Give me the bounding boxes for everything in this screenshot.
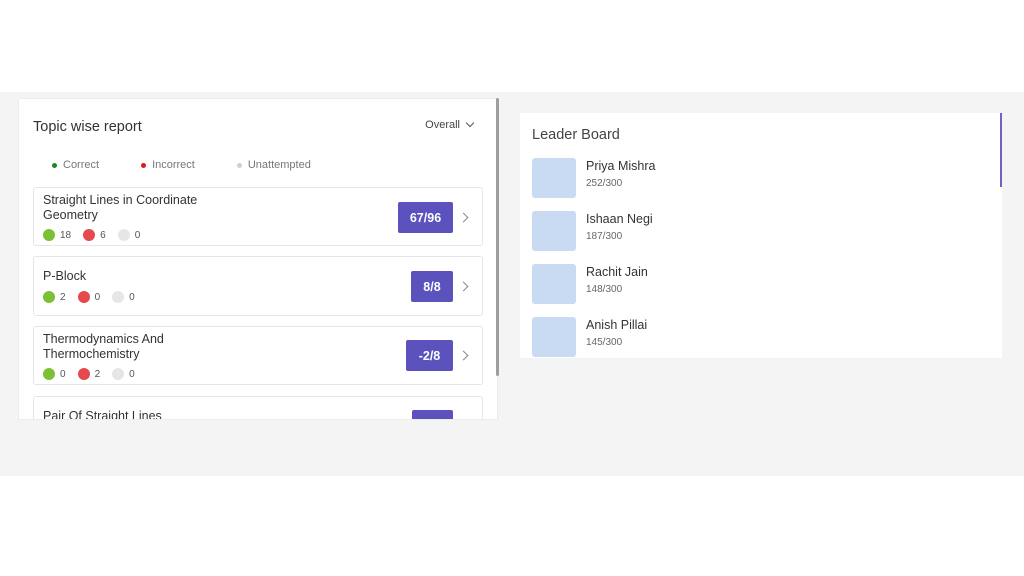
chevron-right-icon[interactable] <box>458 212 469 223</box>
correct-count: 0 <box>60 368 66 380</box>
stat-incorrect: 0 <box>77 291 101 303</box>
leader-score: 252/300 <box>586 178 623 189</box>
unattempted-count: 0 <box>134 229 141 241</box>
stat-correct: 0 <box>43 368 66 380</box>
topic-report-scrollbar[interactable] <box>496 98 499 376</box>
unattempted-dot-icon <box>112 368 125 380</box>
topic-stats: 18 6 0 <box>43 229 152 241</box>
unattempted-count: 0 <box>129 368 135 380</box>
topic-score-badge: 8/8 <box>411 271 453 302</box>
leader-score: 145/300 <box>586 337 623 348</box>
topic-card-thermodynamics[interactable]: Thermodynamics And Thermochemistry 0 2 0… <box>33 326 483 385</box>
stat-correct: 18 <box>43 229 71 241</box>
incorrect-count: 0 <box>94 291 101 303</box>
unattempted-dot-icon <box>117 229 130 241</box>
chevron-down-icon <box>465 118 475 128</box>
leader-row[interactable]: Anish Pillai 145/300 <box>532 317 972 357</box>
legend-label: Unattempted <box>247 159 311 171</box>
correct-dot-icon <box>43 229 55 241</box>
correct-dot-icon <box>52 162 57 168</box>
correct-count: 2 <box>60 291 66 303</box>
leader-row[interactable]: Rachit Jain 148/300 <box>532 264 972 304</box>
chevron-right-icon[interactable] <box>458 350 469 361</box>
legend-correct: Correct <box>52 159 99 171</box>
avatar <box>532 158 576 198</box>
topic-score-badge: -2/8 <box>406 340 453 371</box>
legend-label: Correct <box>63 159 100 171</box>
leader-name: Anish Pillai <box>586 318 648 332</box>
stat-unattempted: 0 <box>112 368 135 380</box>
leader-board-title: Leader Board <box>532 127 620 143</box>
stat-incorrect: 6 <box>83 229 106 241</box>
topic-name: Straight Lines in Coordinate Geometry <box>43 193 198 222</box>
topic-card-straight-lines[interactable]: Straight Lines in Coordinate Geometry 18… <box>33 187 483 246</box>
unattempted-dot-icon <box>236 162 242 168</box>
topic-stats: 2 0 0 <box>43 291 147 303</box>
topic-score-badge: 67/96 <box>398 202 453 233</box>
topic-card-pair-of-straight-lines[interactable]: Pair Of Straight Lines <box>33 396 483 420</box>
topic-name: Pair Of Straight Lines <box>43 409 162 420</box>
topic-score-badge <box>412 410 453 419</box>
incorrect-count: 6 <box>100 229 106 241</box>
overall-filter-dropdown[interactable]: Overall <box>425 118 475 131</box>
topic-name: P-Block <box>43 269 87 283</box>
leader-score: 187/300 <box>586 231 623 242</box>
unattempted-dot-icon <box>112 291 125 303</box>
topic-report-title: Topic wise report <box>33 119 142 135</box>
incorrect-dot-icon <box>83 229 96 241</box>
leader-row[interactable]: Priya Mishra 252/300 <box>532 158 972 198</box>
stat-incorrect: 2 <box>77 368 101 380</box>
topic-report-header: Topic wise report Overall <box>33 118 475 139</box>
leader-board-panel: Leader Board Priya Mishra 252/300 Ishaan… <box>520 113 1002 358</box>
stat-unattempted: 0 <box>117 229 141 241</box>
incorrect-count: 2 <box>94 368 101 380</box>
correct-dot-icon <box>43 291 55 303</box>
avatar <box>532 317 576 357</box>
chevron-right-icon[interactable] <box>458 281 469 292</box>
leader-name: Rachit Jain <box>586 265 648 279</box>
leader-board-scrollbar[interactable] <box>1000 113 1002 187</box>
incorrect-dot-icon <box>77 368 90 380</box>
incorrect-dot-icon <box>141 162 147 168</box>
topic-name: Thermodynamics And Thermochemistry <box>43 332 164 361</box>
incorrect-dot-icon <box>77 291 90 303</box>
leader-row[interactable]: Ishaan Negi 187/300 <box>532 211 972 251</box>
avatar <box>532 264 576 304</box>
topic-card-p-block[interactable]: P-Block 2 0 0 8/8 <box>33 256 483 316</box>
legend-unattempted: Unattempted <box>236 159 311 171</box>
result-legend: Correct Incorrect Unattempted <box>52 159 353 171</box>
stat-correct: 2 <box>43 291 66 303</box>
filter-label: Overall <box>425 119 460 131</box>
legend-incorrect: Incorrect <box>141 159 195 171</box>
legend-label: Incorrect <box>152 159 195 171</box>
topic-report-panel: Topic wise report Overall Correct Incorr… <box>18 98 498 420</box>
leader-name: Ishaan Negi <box>586 212 653 226</box>
correct-count: 18 <box>60 229 72 241</box>
stat-unattempted: 0 <box>112 291 135 303</box>
leader-name: Priya Mishra <box>586 159 656 173</box>
correct-dot-icon <box>43 368 55 380</box>
unattempted-count: 0 <box>129 291 135 303</box>
leader-score: 148/300 <box>586 284 623 295</box>
avatar <box>532 211 576 251</box>
topic-stats: 0 2 0 <box>43 368 147 380</box>
